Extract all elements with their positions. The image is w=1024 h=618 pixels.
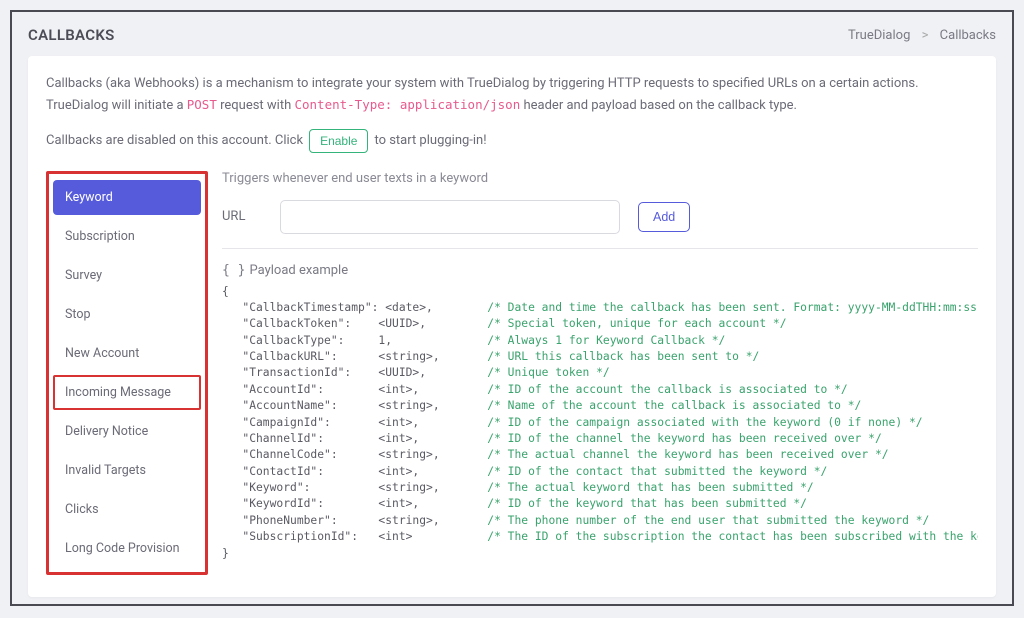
sidebar-item-long-code-provision[interactable]: Long Code Provision [53,531,201,566]
body-row: Keyword Subscription Survey Stop New Account… [46,171,978,575]
code-post: POST [187,97,217,112]
breadcrumb: TrueDialog > Callbacks [848,28,996,43]
disabled-pre: Callbacks are disabled on this account. … [46,133,303,148]
page-container: CALLBACKS TrueDialog > Callbacks Callbac… [10,10,1014,606]
add-button[interactable]: Add [638,202,690,232]
payload-heading-text: Payload example [249,263,348,278]
sidebar-item-delivery-notice[interactable]: Delivery Notice [53,414,201,449]
sidebar-item-survey[interactable]: Survey [53,258,201,293]
main-panel: Triggers whenever end user texts in a ke… [222,171,978,575]
payload-example: { "CallbackTimestamp": <date>, /* Date a… [222,284,978,562]
sidebar-item-keyword[interactable]: Keyword [53,180,201,215]
braces-icon: { } [222,263,245,278]
breadcrumb-separator: > [922,28,929,43]
intro-text: Callbacks (aka Webhooks) is a mechanism … [46,74,978,117]
header: CALLBACKS TrueDialog > Callbacks [28,20,996,56]
breadcrumb-root[interactable]: TrueDialog [848,28,910,43]
sidebar-item-clicks[interactable]: Clicks [53,492,201,527]
trigger-description: Triggers whenever end user texts in a ke… [222,171,978,186]
code-content-type: Content-Type: application/json [294,97,520,112]
disabled-post: to start plugging-in! [374,133,486,148]
content-card: Callbacks (aka Webhooks) is a mechanism … [28,56,996,597]
divider [222,248,978,249]
intro-mid: request with [217,98,295,113]
sidebar-item-subscription[interactable]: Subscription [53,219,201,254]
enable-button[interactable]: Enable [309,129,368,153]
sidebar-highlight: Keyword Subscription Survey Stop New Account… [46,171,208,575]
sidebar-item-invalid-targets[interactable]: Invalid Targets [53,453,201,488]
url-row: URL Add [222,200,978,234]
sidebar-item-stop[interactable]: Stop [53,297,201,332]
sidebar-item-new-account[interactable]: New Account [53,336,201,371]
disabled-notice: Callbacks are disabled on this account. … [46,129,978,153]
sidebar-item-incoming-message[interactable]: Incoming Message [53,375,201,410]
intro-post: header and payload based on the callback… [520,98,797,113]
url-input[interactable] [280,200,620,234]
sidebar: Keyword Subscription Survey Stop New Account… [53,178,201,568]
page-title: CALLBACKS [28,26,115,44]
breadcrumb-current: Callbacks [940,28,996,43]
payload-heading: { } Payload example [222,263,978,278]
url-label: URL [222,209,262,224]
